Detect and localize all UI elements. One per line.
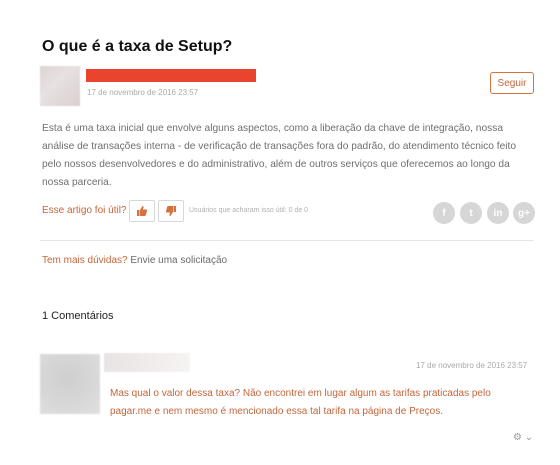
article-title: O que é a taxa de Setup? [42, 38, 233, 55]
more-questions-label: Tem mais dúvidas? [42, 255, 128, 266]
linkedin-share-button[interactable]: in [487, 202, 509, 224]
author-avatar [40, 66, 80, 106]
thumbs-down-icon [165, 206, 176, 217]
article-date: 17 de novembro de 2016 23:57 [87, 88, 199, 97]
vote-up-button[interactable] [129, 200, 155, 222]
article-body: Esta é uma taxa inicial que envolve algu… [42, 123, 517, 188]
more-questions: Tem mais dúvidas? Envie uma solicitação [42, 255, 227, 266]
twitter-share-button[interactable]: t [460, 202, 482, 224]
linkedin-icon: in [493, 207, 503, 219]
twitter-icon: t [469, 207, 473, 219]
comments-heading: 1 Comentários [42, 310, 114, 322]
thumbs-up-icon [137, 205, 148, 216]
googleplus-icon: g+ [518, 207, 530, 219]
commenter-avatar [40, 354, 100, 414]
comment-settings-menu[interactable]: ⚙ ⌄ [513, 432, 533, 443]
commenter-name-redacted [104, 353, 190, 372]
follow-button[interactable]: Seguir [490, 72, 534, 94]
section-divider [40, 240, 534, 241]
comment-text: Mas qual o valor dessa taxa? Não encontr… [110, 388, 491, 417]
submit-request-link[interactable]: Envie uma solicitação [130, 255, 227, 266]
vote-count: Usuários que acharam isso útil: 0 de 0 [189, 207, 309, 214]
googleplus-share-button[interactable]: g+ [513, 202, 535, 224]
facebook-share-button[interactable]: f [433, 202, 455, 224]
facebook-icon: f [442, 207, 446, 219]
vote-down-button[interactable] [158, 200, 184, 222]
gear-icon: ⚙ ⌄ [513, 432, 534, 443]
comment-date: 17 de novembro de 2016 23:57 [416, 361, 528, 370]
vote-question: Esse artigo foi útil? [42, 205, 127, 216]
author-name-redacted [86, 69, 256, 82]
